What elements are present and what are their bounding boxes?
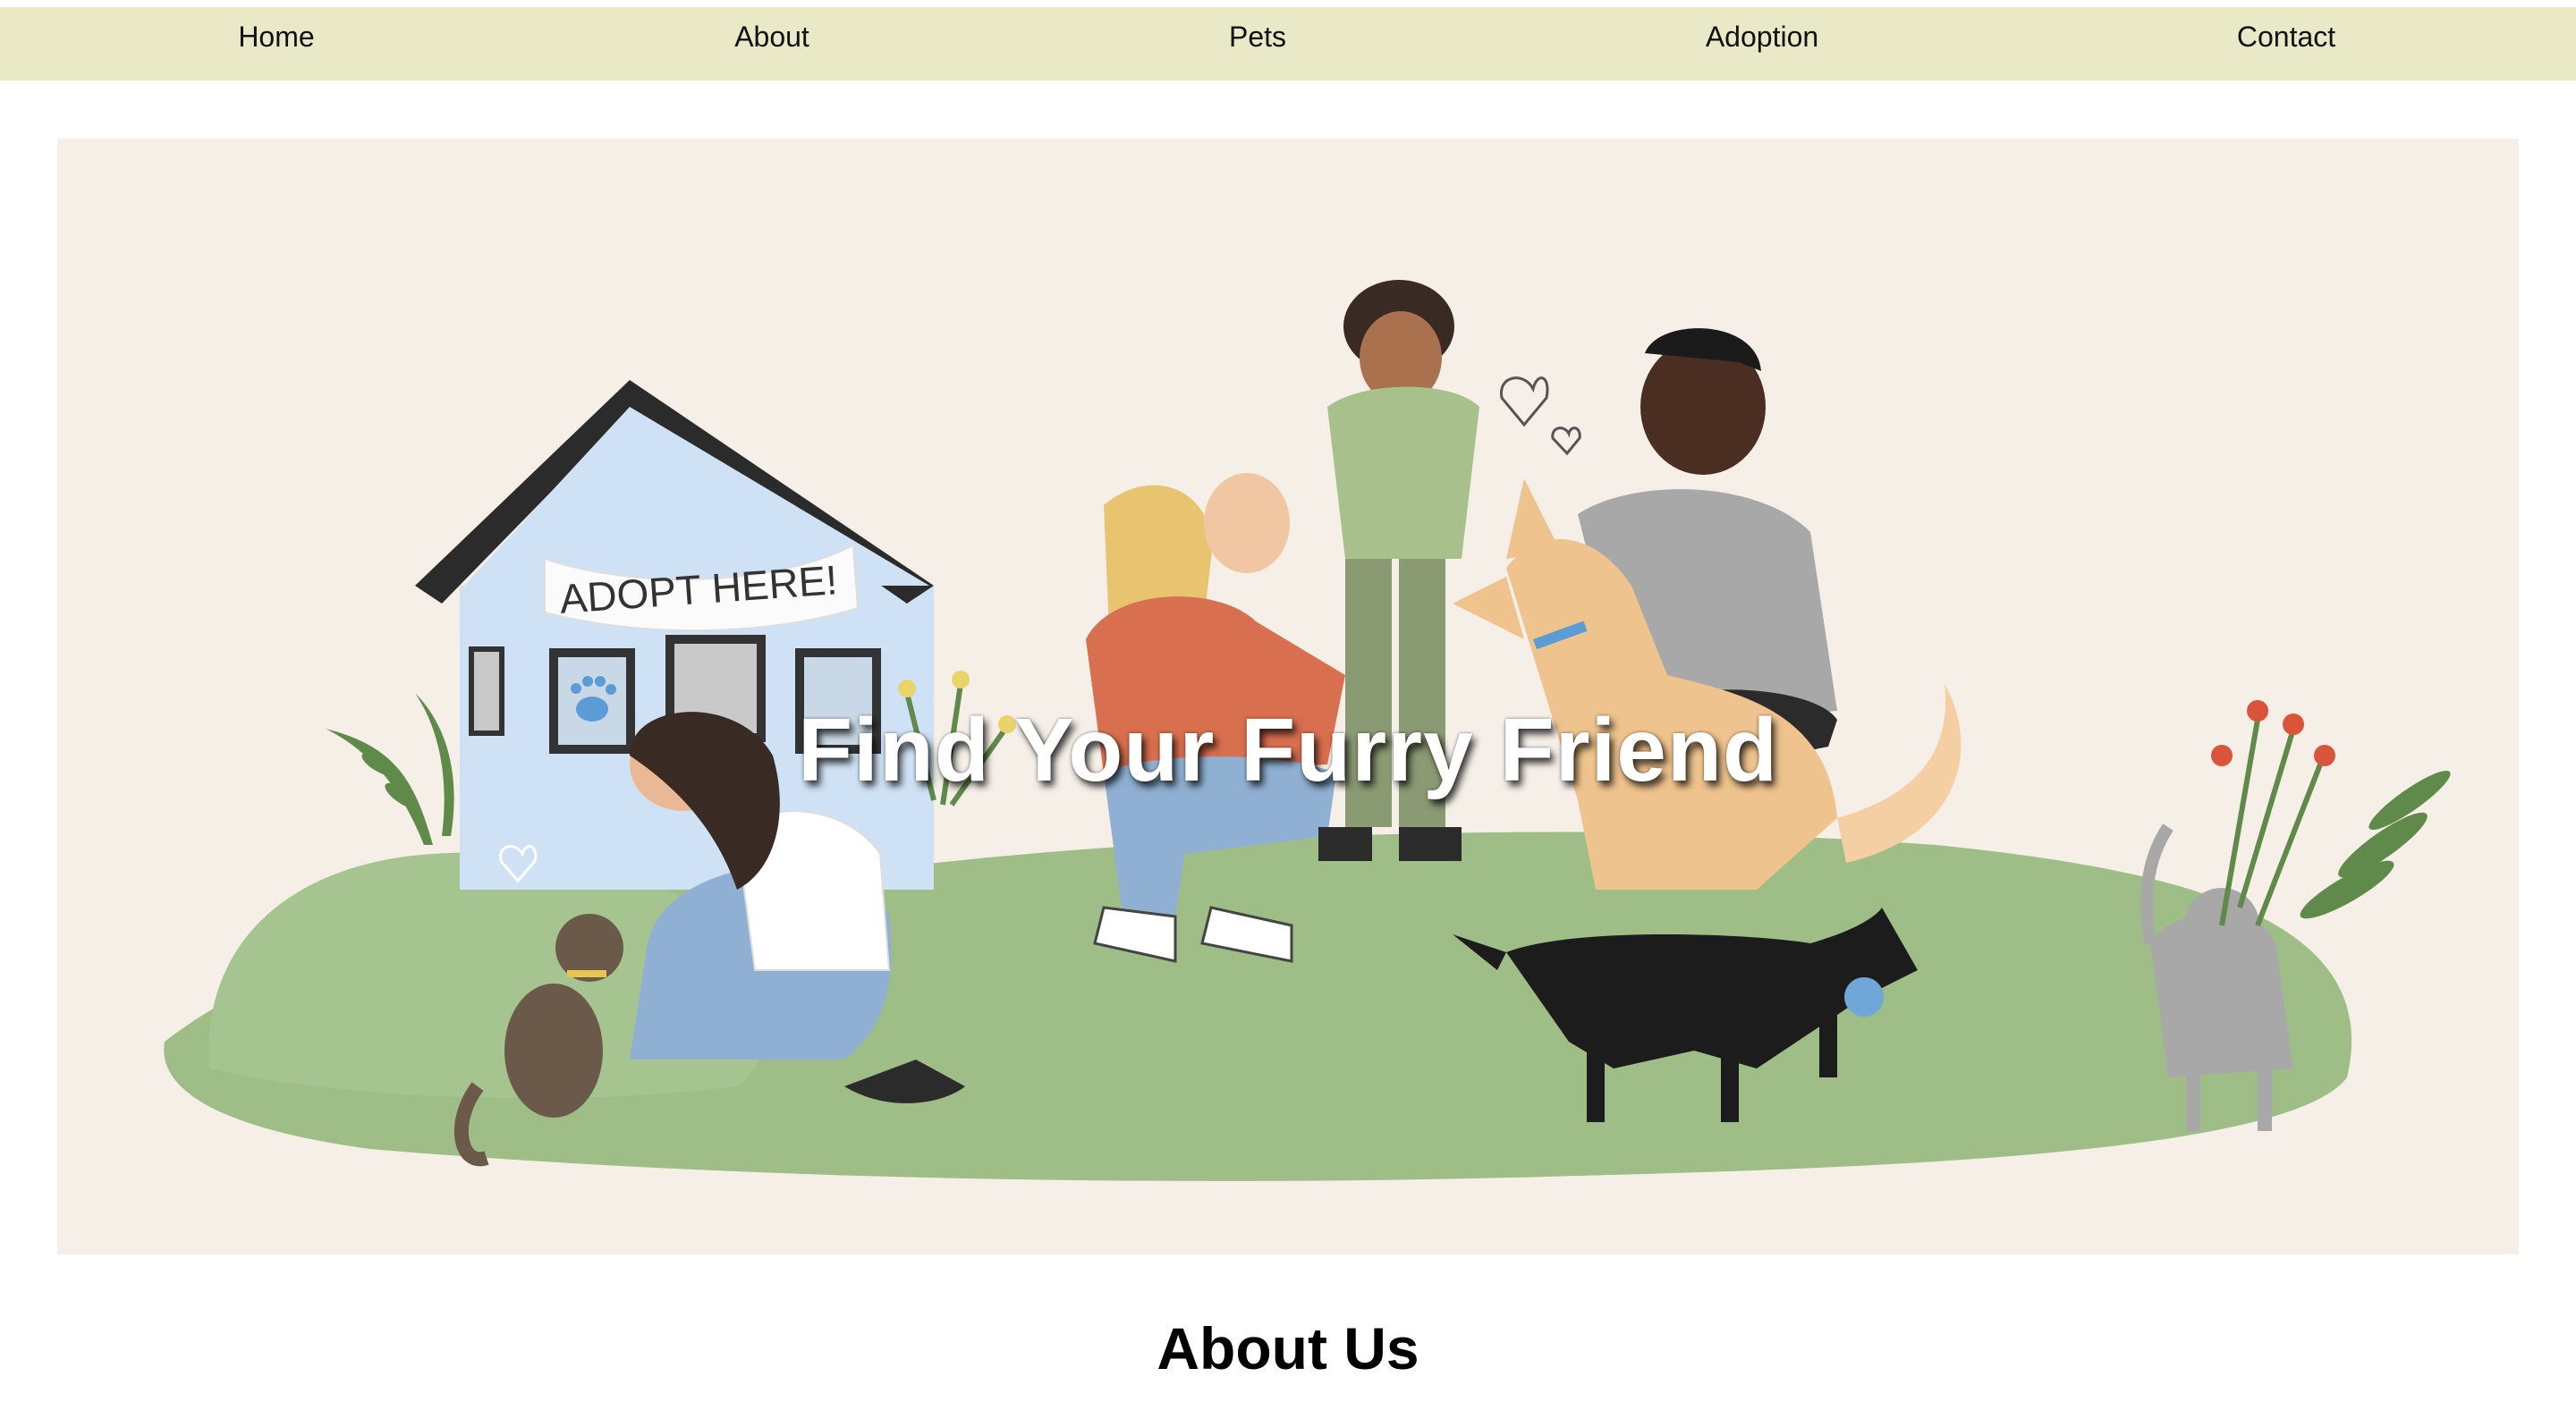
about-us-heading: About Us xyxy=(1157,1315,1419,1381)
hero-banner: ADOPT HERE! Find Your Furry Friend xyxy=(57,139,2519,1254)
nav-item-contact[interactable]: Contact xyxy=(2237,7,2335,66)
hero-title: Find Your Furry Friend xyxy=(797,700,1779,800)
top-navigation: Home About Pets Adoption Contact xyxy=(0,7,2576,80)
nav-item-adoption[interactable]: Adoption xyxy=(1706,7,1818,66)
adoption-house xyxy=(415,380,934,890)
nav-item-home[interactable]: Home xyxy=(238,7,314,66)
nav-item-pets[interactable]: Pets xyxy=(1229,7,1286,66)
hero-illustration: ADOPT HERE! xyxy=(164,280,2451,1181)
nav-item-about[interactable]: About xyxy=(734,7,809,66)
